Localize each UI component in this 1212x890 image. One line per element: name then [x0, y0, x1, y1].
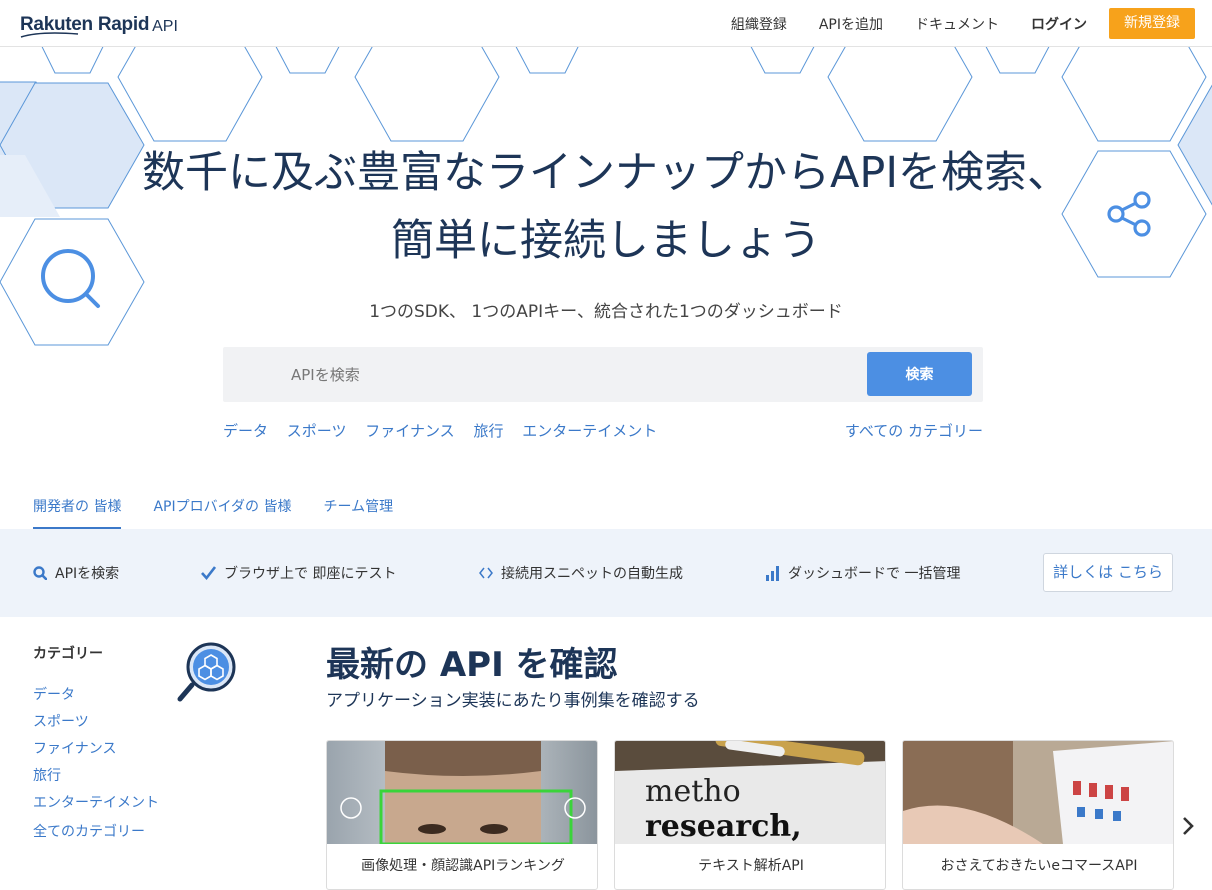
chevron-right-icon[interactable] [1180, 815, 1196, 837]
audience-tabs: 開発者の 皆様 APIプロバイダの 皆様 チーム管理 [33, 491, 425, 529]
feature-browser-test: ブラウザ上で 即座にテスト [201, 563, 396, 583]
card-image-word-metho: metho [645, 774, 741, 809]
api-card-face-recognition[interactable]: 画像処理・顔認識APIランキング [326, 740, 598, 890]
sidebar-item-travel[interactable]: 旅行 [33, 765, 233, 784]
search-input[interactable] [223, 347, 863, 402]
hero-category-sports[interactable]: スポーツ [287, 422, 347, 440]
card-caption: テキスト解析API [698, 858, 804, 874]
search-box: 検索 [223, 347, 983, 402]
card-image-face [327, 741, 597, 844]
feature-dashboard: ダッシュボードで 一括管理 [765, 563, 960, 583]
tab-developers[interactable]: 開発者の 皆様 [33, 491, 122, 529]
feature-bar: APIを検索 ブラウザ上で 即座にテスト 接続用スニペットの自動生成 ダッシュボ… [0, 529, 1212, 617]
logo-swoosh-icon [20, 32, 79, 38]
sidebar-item-sports[interactable]: スポーツ [33, 711, 233, 730]
card-image-paper: metho research, [615, 741, 885, 844]
hero-title-line2: 簡単に接続しましょう [391, 216, 821, 266]
api-card-text-analysis[interactable]: metho research, テキスト解析API [614, 740, 886, 890]
top-nav: 組織登録 APIを追加 ドキュメント ログイン 新規登録 [699, 8, 1195, 39]
nav-add-api[interactable]: APIを追加 [819, 14, 883, 34]
logo[interactable]: Rakuten Rapid API [20, 10, 178, 38]
card-image-word-research: research, [645, 809, 802, 844]
hero-category-travel[interactable]: 旅行 [473, 422, 503, 440]
search-icon [33, 566, 47, 580]
code-icon [479, 567, 493, 579]
hero-category-links: データ スポーツ ファイナンス 旅行 エンターテイメント すべての カテゴリー [223, 420, 983, 442]
sidebar-item-finance[interactable]: ファイナンス [33, 738, 233, 757]
feature-search-label: APIを検索 [55, 566, 120, 582]
header: Rakuten Rapid API 組織登録 APIを追加 ドキュメント ログイ… [0, 0, 1212, 47]
hero-category-data[interactable]: データ [223, 422, 268, 440]
nav-org-register[interactable]: 組織登録 [731, 14, 787, 34]
latest-title: 最新の API を確認 [326, 645, 618, 685]
feature-snippet: 接続用スニペットの自動生成 [479, 563, 683, 583]
nav-login[interactable]: ログイン [1031, 14, 1087, 34]
hero-subtitle: 1つのSDK、 1つのAPIキー、統合された1つのダッシュボード [369, 302, 843, 322]
logo-api-text: API [152, 18, 178, 35]
search-button[interactable]: 検索 [867, 352, 972, 396]
feature-browser-test-label: ブラウザ上で 即座にテスト [224, 566, 397, 582]
learn-more-button[interactable]: 詳しくは こちら [1043, 553, 1173, 592]
sidebar-item-all[interactable]: 全てのカテゴリー [33, 821, 233, 840]
nav-documents[interactable]: ドキュメント [915, 14, 999, 34]
tab-api-providers[interactable]: APIプロバイダの 皆様 [153, 491, 291, 529]
bar-chart-icon [766, 565, 779, 581]
latest-subtitle: アプリケーション実装にあたり事例集を確認する [326, 691, 700, 711]
hero-title-line1: 数千に及ぶ豊富なラインナップからAPIを検索、 [141, 148, 1071, 198]
api-card-ecommerce[interactable]: おさえておきたいeコマースAPI [902, 740, 1174, 890]
signup-button[interactable]: 新規登録 [1109, 8, 1195, 39]
hero-title: 数千に及ぶ豊富なラインナップからAPIを検索、 簡単に接続しましょう [0, 139, 1212, 275]
card-image-shop [903, 741, 1173, 844]
feature-dashboard-label: ダッシュボードで 一括管理 [788, 566, 961, 582]
card-caption: 画像処理・顔認識APIランキング [361, 858, 565, 874]
tab-team-management[interactable]: チーム管理 [324, 491, 394, 529]
card-caption: おさえておきたいeコマースAPI [940, 858, 1138, 874]
hero-category-entertainment[interactable]: エンターテイメント [522, 422, 657, 440]
magnifier-cube-icon [177, 642, 236, 702]
feature-snippet-label: 接続用スニペットの自動生成 [501, 566, 683, 582]
all-categories-link[interactable]: すべての カテゴリー [845, 420, 983, 441]
sidebar-item-entertainment[interactable]: エンターテイメント [33, 792, 233, 811]
checkmark-icon [201, 566, 216, 580]
feature-search: APIを検索 [33, 563, 119, 583]
hero-section: 数千に及ぶ豊富なラインナップからAPIを検索、 簡単に接続しましょう 1つのSD… [0, 47, 1212, 480]
hero-category-finance[interactable]: ファイナンス [365, 422, 454, 440]
